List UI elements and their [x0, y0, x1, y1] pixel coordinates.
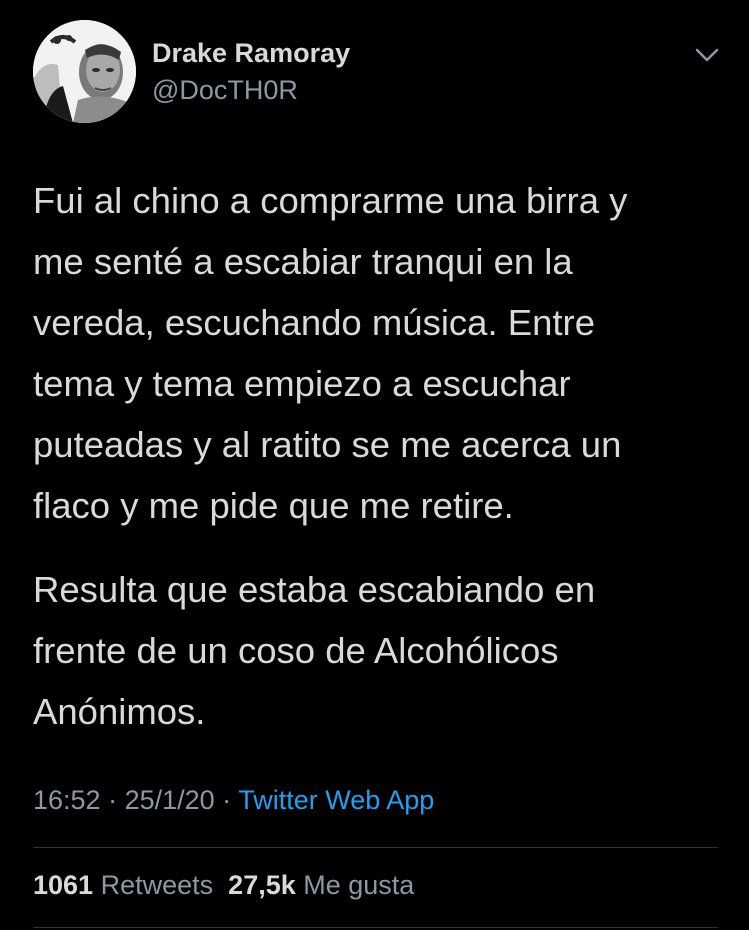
profile-photo-icon [33, 20, 136, 123]
tweet-time[interactable]: 16:52 [33, 785, 101, 815]
tweet-line: me senté a escabiar tranqui en la [33, 241, 573, 282]
tweet-line: Resulta que estaba escabiando en [33, 569, 596, 610]
tweet-line: vereda, escuchando música. Entre [33, 302, 596, 343]
chevron-down-icon[interactable] [692, 40, 722, 70]
divider [33, 927, 718, 928]
tweet-text-paragraph-1: Fui al chino a comprarme una birra y me … [33, 170, 723, 536]
likes-label: Me gusta [303, 870, 415, 900]
tweet-line: frente de un coso de Alcohólicos [33, 630, 559, 671]
likes-stat[interactable]: 27,5k Me gusta [228, 870, 414, 900]
tweet-line: flaco y me pide que me retire. [33, 485, 514, 526]
tweet-source-link[interactable]: Twitter Web App [238, 785, 434, 815]
user-handle[interactable]: @DocTH0R [152, 75, 298, 106]
avatar[interactable] [33, 20, 136, 123]
tweet-line: Anónimos. [33, 691, 206, 732]
divider [33, 847, 718, 848]
likes-count: 27,5k [228, 870, 296, 900]
tweet-line: tema y tema empiezo a escuchar [33, 363, 571, 404]
tweet: Drake Ramoray @DocTH0R Fui al chino a co… [0, 0, 749, 930]
display-name[interactable]: Drake Ramoray [152, 38, 350, 69]
retweets-count: 1061 [33, 870, 94, 900]
meta-separator: · [100, 785, 125, 815]
tweet-line: Fui al chino a comprarme una birra y [33, 180, 628, 221]
tweet-stats: 1061 Retweets 27,5k Me gusta [33, 870, 414, 901]
retweets-stat[interactable]: 1061 Retweets [33, 870, 213, 900]
tweet-meta: 16:52 · 25/1/20 · Twitter Web App [33, 785, 434, 816]
tweet-date[interactable]: 25/1/20 [125, 785, 215, 815]
retweets-label: Retweets [100, 870, 214, 900]
tweet-line: puteadas y al ratito se me acerca un [33, 424, 622, 465]
meta-separator: · [214, 785, 239, 815]
tweet-text-paragraph-2: Resulta que estaba escabiando en frente … [33, 559, 723, 742]
